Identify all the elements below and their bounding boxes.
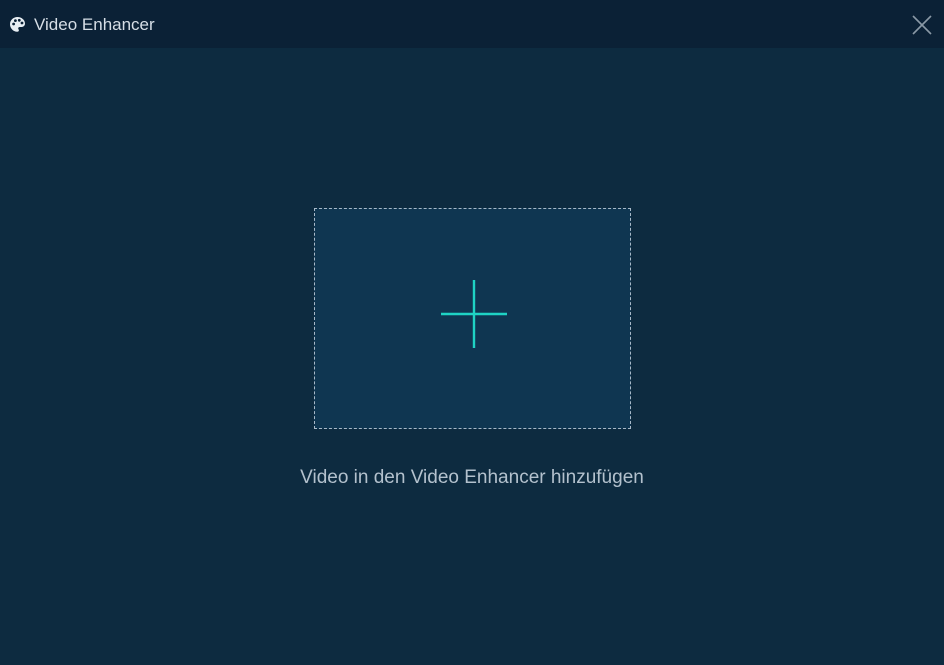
video-enhancer-window: Video Enhancer Video in den Video Enhanc… (0, 0, 944, 665)
palette-icon (9, 16, 26, 33)
add-video-hint: Video in den Video Enhancer hinzufügen (300, 467, 644, 488)
close-icon (912, 15, 932, 35)
title-bar: Video Enhancer (0, 0, 944, 48)
add-video-drop-zone[interactable] (314, 208, 631, 429)
plus-icon[interactable] (441, 280, 507, 348)
window-title: Video Enhancer (34, 15, 155, 34)
close-button[interactable] (911, 14, 933, 36)
